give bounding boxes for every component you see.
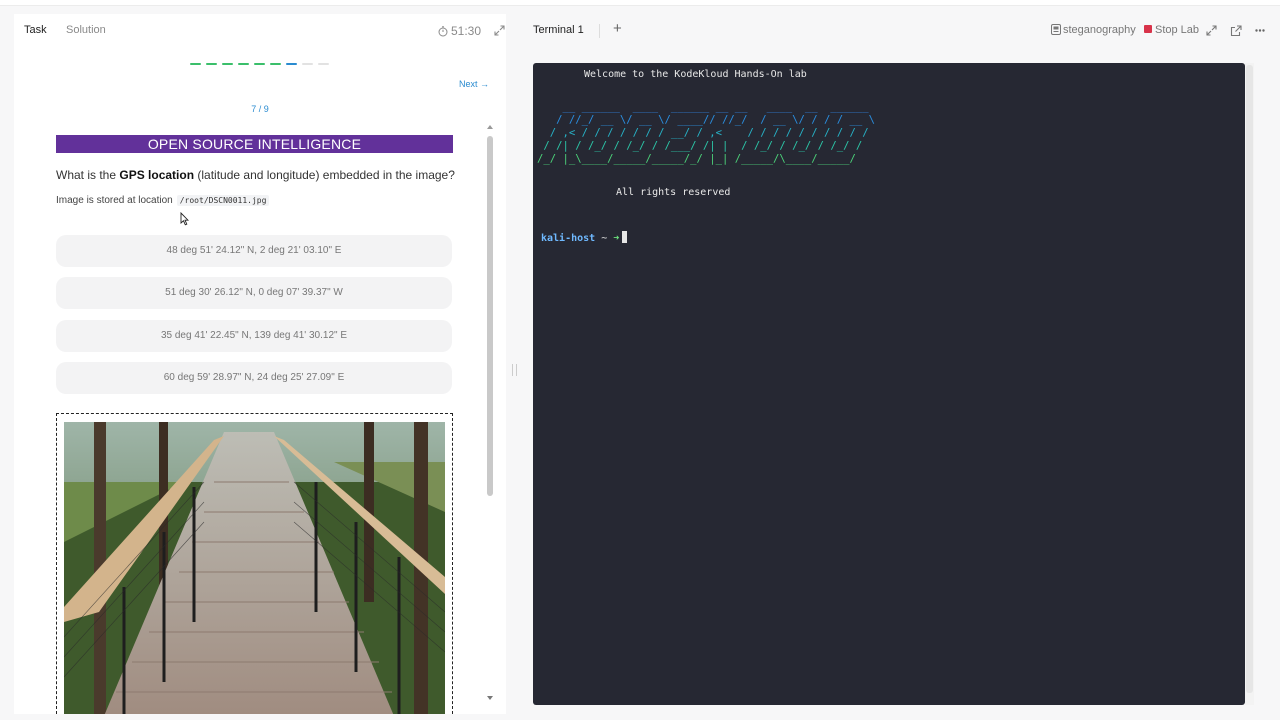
location-label: Image is stored at location — [56, 195, 173, 206]
tab-divider — [599, 24, 600, 38]
prompt-directory: ~ — [595, 233, 614, 244]
stop-lab-button[interactable]: Stop Lab — [1144, 24, 1199, 36]
timer-value: 51:30 — [451, 24, 482, 38]
lab-name-text: steganography — [1063, 24, 1136, 36]
answer-option-4[interactable]: 60 deg 59' 28.97" N, 24 deg 25' 27.09" E — [56, 362, 452, 394]
tab-task[interactable]: Task — [24, 24, 47, 36]
tab-terminal-1[interactable]: Terminal 1 — [533, 24, 584, 36]
scroll-down-icon[interactable] — [486, 695, 494, 701]
mouse-cursor-icon — [180, 212, 189, 226]
terminal-welcome: Welcome to the KodeKloud Hands-On lab — [584, 69, 807, 80]
terminal-scrollbar[interactable] — [1245, 63, 1254, 705]
question-emphasis: GPS location — [119, 168, 195, 182]
prompt-host: kali-host — [541, 233, 596, 244]
location-line: Image is stored at location/root/DSCN001… — [56, 195, 270, 206]
terminal-prompt[interactable]: kali-host ~ ➜ — [541, 231, 628, 244]
terminal-rights: All rights reserved — [616, 187, 731, 198]
image-container — [56, 413, 453, 714]
top-bar — [0, 0, 1280, 6]
question-text: What is the GPS location (latitude and l… — [56, 168, 455, 182]
lab-name: steganography — [1051, 24, 1136, 36]
expand-terminal-icon[interactable] — [1206, 25, 1217, 36]
kodekloud-ascii-logo: __ ______ ____ ______ __ __ ____ __ ____… — [537, 101, 876, 165]
stop-lab-label: Stop Lab — [1155, 24, 1200, 36]
expand-icon[interactable] — [494, 25, 505, 36]
open-external-icon[interactable] — [1230, 25, 1242, 37]
more-options-icon[interactable] — [1255, 29, 1265, 32]
answer-option-2[interactable]: 51 deg 30' 26.12" N, 0 deg 07' 39.37" W — [56, 277, 452, 309]
stopwatch-icon — [438, 26, 448, 37]
progress-step — [254, 63, 265, 65]
answer-option-3[interactable]: 35 deg 41' 22.45" N, 139 deg 41' 30.12" … — [56, 320, 452, 352]
terminal-header: Terminal 1 + steganography Stop Lab — [524, 14, 1280, 48]
progress-step — [286, 63, 297, 65]
progress-step — [302, 63, 313, 65]
timer: 51:30 — [438, 24, 481, 38]
progress-step — [318, 63, 329, 65]
progress-step — [222, 63, 233, 65]
lab-icon — [1051, 24, 1061, 35]
terminal-window[interactable]: Welcome to the KodeKloud Hands-On lab __… — [533, 63, 1245, 705]
scroll-up-icon[interactable] — [486, 124, 494, 130]
stairs-photo — [64, 422, 445, 714]
progress-step — [238, 63, 249, 65]
step-counter: 7 / 9 — [251, 104, 269, 114]
progress-step — [270, 63, 281, 65]
scroll-thumb[interactable] — [487, 136, 493, 496]
prompt-arrow-icon: ➜ — [613, 233, 620, 244]
terminal-cursor — [622, 231, 628, 243]
next-button[interactable]: Next → — [459, 79, 489, 89]
tab-solution[interactable]: Solution — [66, 24, 106, 36]
file-path: /root/DSCN0011.jpg — [176, 195, 270, 206]
question-text-start: What is the — [56, 168, 120, 182]
add-tab-button[interactable]: + — [613, 20, 622, 37]
task-scrollbar[interactable] — [486, 124, 494, 706]
answer-option-1[interactable]: 48 deg 51' 24.12" N, 2 deg 21' 03.10" E — [56, 235, 452, 267]
task-panel: Task Solution 51:30 Next → 7 / 9 OPEN SO… — [14, 14, 506, 714]
progress-step — [190, 63, 201, 65]
question-banner: OPEN SOURCE INTELLIGENCE — [56, 135, 453, 153]
stop-icon — [1144, 25, 1152, 33]
question-text-end: (latitude and longitude) embedded in the… — [194, 168, 455, 182]
terminal-scroll-thumb[interactable] — [1246, 65, 1253, 693]
panel-resize-handle[interactable] — [512, 364, 517, 376]
progress-bar — [190, 63, 334, 65]
progress-step — [206, 63, 217, 65]
